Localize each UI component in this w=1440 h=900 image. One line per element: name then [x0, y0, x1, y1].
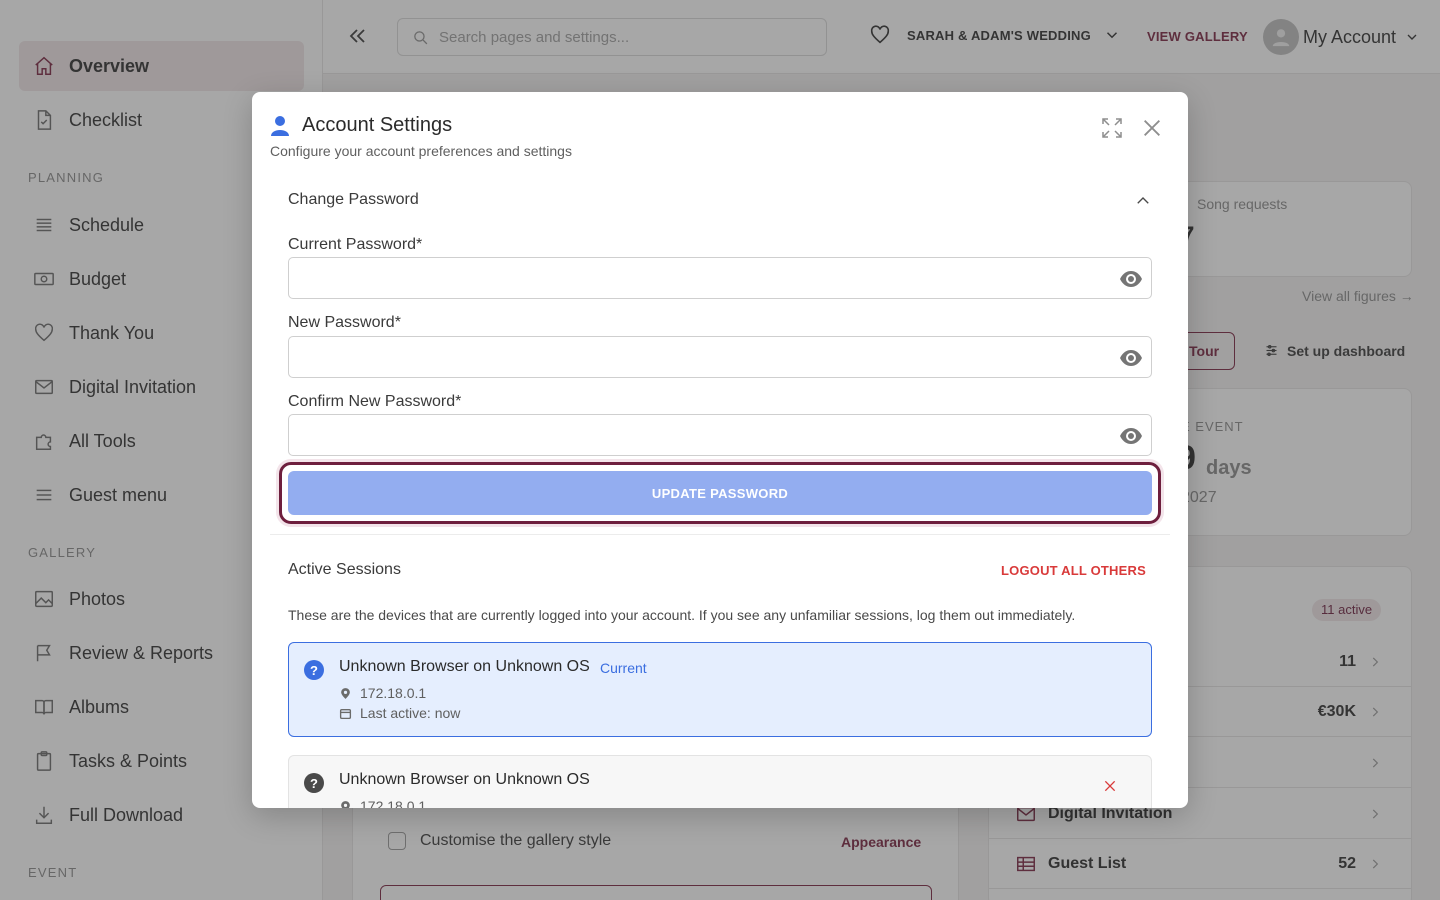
logout-all-others-button[interactable]: LOGOUT ALL OTHERS — [1001, 563, 1146, 578]
session-name: Unknown Browser on Unknown OS — [339, 658, 590, 675]
close-icon[interactable] — [1141, 117, 1163, 139]
current-password-label: Current Password* — [288, 236, 423, 253]
active-sessions-heading: Active Sessions — [288, 561, 401, 578]
divider — [270, 534, 1170, 535]
eye-icon[interactable] — [1119, 267, 1143, 291]
confirm-password-label: Confirm New Password* — [288, 393, 462, 410]
session-last-active: Last active: now — [339, 705, 460, 721]
change-password-heading[interactable]: Change Password — [288, 191, 419, 209]
current-password-field[interactable] — [288, 257, 1152, 299]
current-password-input[interactable] — [289, 258, 1089, 298]
session-card-current: ? Unknown Browser on Unknown OS Current … — [288, 642, 1152, 737]
session-ip-text: 172.18.0.1 — [360, 798, 427, 808]
logout-session-icon[interactable] — [1102, 778, 1118, 794]
eye-icon[interactable] — [1119, 424, 1143, 448]
calendar-icon — [339, 708, 352, 719]
current-session-tag: Current — [600, 660, 647, 676]
confirm-password-input[interactable] — [289, 415, 1089, 455]
session-ip: 172.18.0.1 — [339, 798, 426, 808]
question-icon: ? — [304, 660, 324, 680]
question-icon: ? — [304, 773, 324, 793]
expand-icon[interactable] — [1100, 116, 1124, 140]
new-password-field[interactable] — [288, 336, 1152, 378]
session-card-other: ? Unknown Browser on Unknown OS 172.18.0… — [288, 755, 1152, 808]
sessions-description: These are the devices that are currently… — [288, 607, 1076, 623]
dialog-title-text: Account Settings — [302, 114, 453, 136]
session-name: Unknown Browser on Unknown OS — [339, 771, 590, 788]
dialog-subtitle: Configure your account preferences and s… — [270, 143, 572, 159]
update-password-button[interactable]: UPDATE PASSWORD — [288, 471, 1152, 515]
new-password-label: New Password* — [288, 314, 401, 331]
location-pin-icon — [341, 800, 350, 808]
chevron-up-icon[interactable] — [1134, 192, 1152, 210]
user-icon — [271, 115, 289, 136]
new-password-input[interactable] — [289, 337, 1089, 377]
session-ip: 172.18.0.1 — [339, 685, 426, 701]
confirm-password-field[interactable] — [288, 414, 1152, 456]
location-pin-icon — [341, 687, 350, 699]
session-ip-text: 172.18.0.1 — [360, 685, 427, 701]
session-last-active-text: Last active: now — [360, 705, 461, 721]
account-settings-dialog: Account Settings Configure your account … — [252, 92, 1188, 808]
dialog-title: Account Settings — [270, 114, 452, 137]
eye-icon[interactable] — [1119, 346, 1143, 370]
